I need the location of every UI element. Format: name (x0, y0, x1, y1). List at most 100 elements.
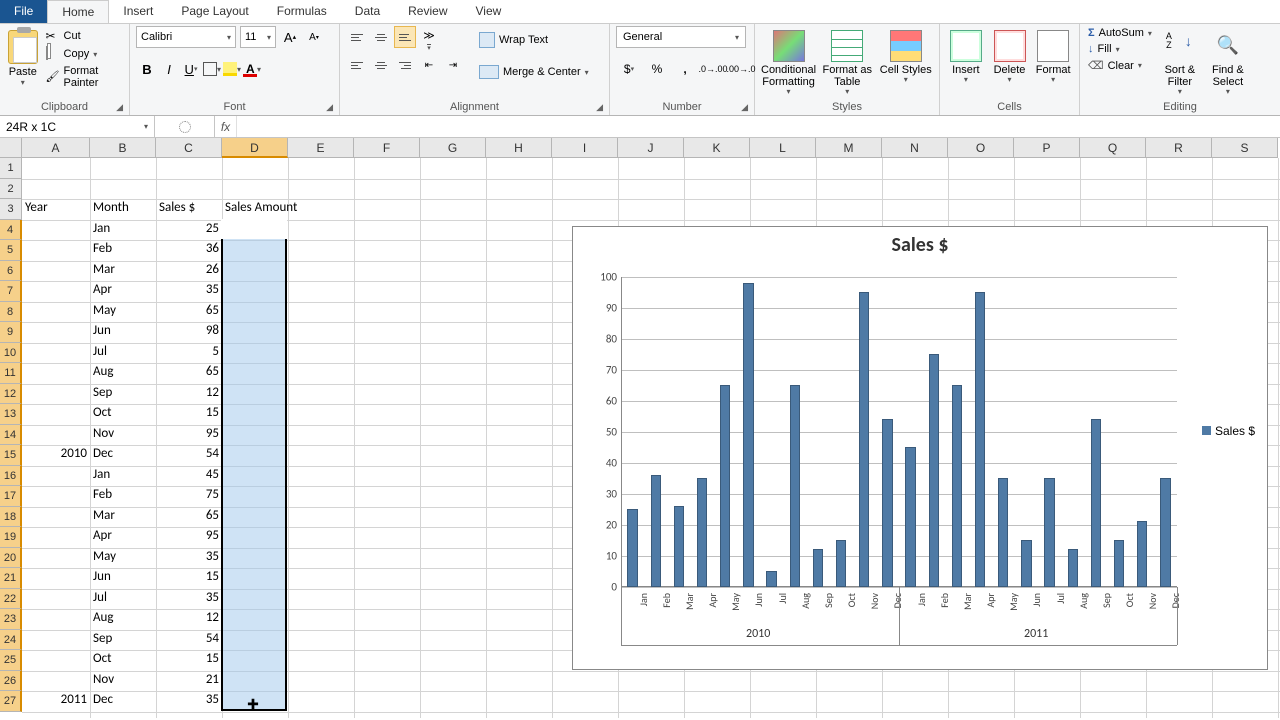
cell-C20[interactable]: 35 (156, 548, 222, 569)
cell-C15[interactable]: 54 (156, 445, 222, 466)
row-header-17[interactable]: 17 (0, 486, 22, 507)
tab-page-layout[interactable]: Page Layout (167, 0, 262, 23)
cell-B7[interactable]: Apr (90, 281, 156, 302)
cell-D3[interactable]: Sales Amount (222, 199, 342, 220)
row-header-15[interactable]: 15 (0, 445, 22, 466)
row-header-16[interactable]: 16 (0, 466, 22, 487)
format-cells-button[interactable]: Format▾ (1033, 26, 1073, 85)
tab-home[interactable]: Home (47, 0, 109, 23)
row-header-6[interactable]: 6 (0, 261, 22, 282)
cell-B24[interactable]: Sep (90, 630, 156, 651)
cell-B20[interactable]: May (90, 548, 156, 569)
col-header-H[interactable]: H (486, 138, 552, 158)
cell-A15[interactable]: 2010 (22, 445, 90, 466)
cell-C12[interactable]: 12 (156, 384, 222, 405)
col-header-P[interactable]: P (1014, 138, 1080, 158)
row-header-21[interactable]: 21 (0, 568, 22, 589)
launcher-icon[interactable]: ◢ (741, 102, 748, 113)
launcher-icon[interactable]: ◢ (596, 102, 603, 113)
sort-filter-button[interactable]: Sort & Filter▾ (1158, 26, 1202, 97)
number-format-select[interactable]: General▾ (616, 26, 746, 48)
row-header-24[interactable]: 24 (0, 630, 22, 651)
cell-B23[interactable]: Aug (90, 609, 156, 630)
col-header-C[interactable]: C (156, 138, 222, 158)
find-select-button[interactable]: Find & Select▾ (1206, 26, 1250, 97)
col-header-J[interactable]: J (618, 138, 684, 158)
tab-formulas[interactable]: Formulas (263, 0, 341, 23)
align-top-button[interactable] (346, 26, 368, 48)
delete-cells-button[interactable]: Delete▾ (990, 26, 1030, 85)
fill-color-button[interactable]: ▾ (222, 58, 242, 80)
row-header-1[interactable]: 1 (0, 158, 22, 179)
embedded-chart[interactable]: Sales $0102030405060708090100JanFebMarAp… (572, 226, 1268, 670)
border-button[interactable]: ▾ (202, 58, 222, 80)
col-header-B[interactable]: B (90, 138, 156, 158)
cell-B22[interactable]: Jul (90, 589, 156, 610)
col-header-K[interactable]: K (684, 138, 750, 158)
cell-B16[interactable]: Jan (90, 466, 156, 487)
col-header-F[interactable]: F (354, 138, 420, 158)
cell-C22[interactable]: 35 (156, 589, 222, 610)
row-header-19[interactable]: 19 (0, 527, 22, 548)
tab-data[interactable]: Data (341, 0, 394, 23)
cell-B25[interactable]: Oct (90, 650, 156, 671)
cell-B8[interactable]: May (90, 302, 156, 323)
row-header-8[interactable]: 8 (0, 302, 22, 323)
cell-B14[interactable]: Nov (90, 425, 156, 446)
cell-C4[interactable]: 25 (156, 220, 222, 241)
decrease-indent-button[interactable]: ⇤ (418, 54, 440, 76)
cell-B10[interactable]: Jul (90, 343, 156, 364)
formula-input[interactable] (237, 116, 1280, 137)
cell-B19[interactable]: Apr (90, 527, 156, 548)
cell-C19[interactable]: 95 (156, 527, 222, 548)
cell-C18[interactable]: 65 (156, 507, 222, 528)
col-header-E[interactable]: E (288, 138, 354, 158)
cell-C10[interactable]: 5 (156, 343, 222, 364)
launcher-icon[interactable]: ◢ (326, 102, 333, 113)
cell-B5[interactable]: Feb (90, 240, 156, 261)
align-right-button[interactable] (394, 54, 416, 76)
cell-A3[interactable]: Year (22, 199, 90, 220)
launcher-icon[interactable]: ◢ (116, 102, 123, 113)
cell-C9[interactable]: 98 (156, 322, 222, 343)
cell-B4[interactable]: Jan (90, 220, 156, 241)
name-box[interactable]: 24R x 1C▾ (0, 116, 155, 137)
cell-B11[interactable]: Aug (90, 363, 156, 384)
row-header-22[interactable]: 22 (0, 589, 22, 610)
currency-button[interactable]: $▾ (616, 58, 642, 80)
percent-button[interactable]: % (644, 58, 670, 80)
cell-styles-button[interactable]: Cell Styles▾ (879, 26, 933, 85)
insert-cells-button[interactable]: Insert▾ (946, 26, 986, 85)
cell-B27[interactable]: Dec (90, 691, 156, 712)
cell-C21[interactable]: 15 (156, 568, 222, 589)
align-middle-button[interactable] (370, 26, 392, 48)
col-header-S[interactable]: S (1212, 138, 1278, 158)
cell-B15[interactable]: Dec (90, 445, 156, 466)
col-header-L[interactable]: L (750, 138, 816, 158)
cell-C13[interactable]: 15 (156, 404, 222, 425)
paste-button[interactable]: Paste ▾ (6, 26, 40, 87)
orientation-button[interactable]: ≫▾ (418, 26, 440, 48)
autosum-button[interactable]: AutoSum▾ (1086, 26, 1154, 40)
decrease-decimal-button[interactable]: .00→.0 (728, 58, 754, 80)
cell-B6[interactable]: Mar (90, 261, 156, 282)
cell-C14[interactable]: 95 (156, 425, 222, 446)
cell-B12[interactable]: Sep (90, 384, 156, 405)
cell-C23[interactable]: 12 (156, 609, 222, 630)
cell-C27[interactable]: 35 (156, 691, 222, 712)
row-header-3[interactable]: 3 (0, 199, 22, 220)
col-header-G[interactable]: G (420, 138, 486, 158)
cell-A27[interactable]: 2011 (22, 691, 90, 712)
select-all-corner[interactable] (0, 138, 22, 158)
row-header-5[interactable]: 5 (0, 240, 22, 261)
col-header-N[interactable]: N (882, 138, 948, 158)
format-as-table-button[interactable]: Format as Table▾ (820, 26, 874, 97)
fill-button[interactable]: Fill▾ (1086, 42, 1154, 56)
row-header-26[interactable]: 26 (0, 671, 22, 692)
col-header-M[interactable]: M (816, 138, 882, 158)
cell-C16[interactable]: 45 (156, 466, 222, 487)
grow-font-button[interactable]: A▴ (280, 26, 300, 48)
row-header-9[interactable]: 9 (0, 322, 22, 343)
clear-button[interactable]: Clear▾ (1086, 58, 1154, 73)
wrap-text-button[interactable]: Wrap Text (474, 26, 594, 54)
